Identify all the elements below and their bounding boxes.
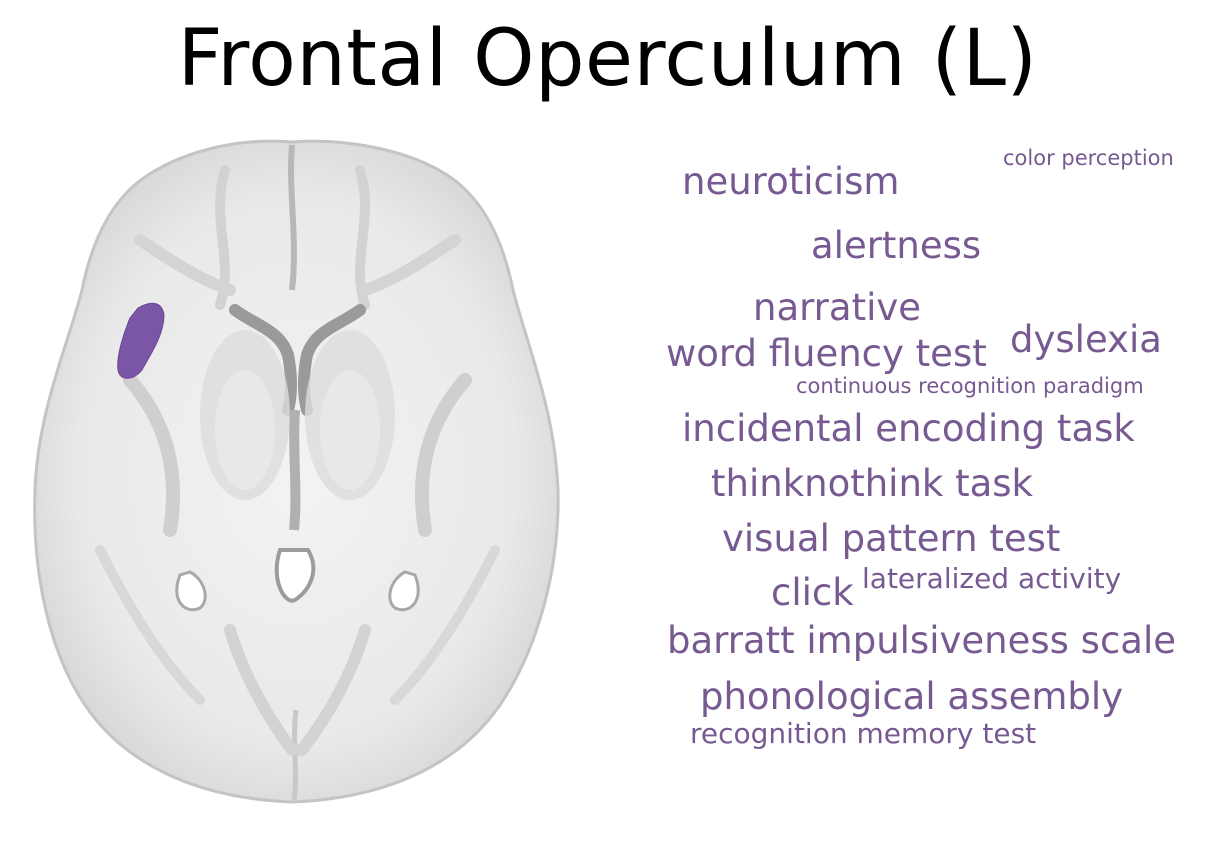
term-barratt-impulsiveness-scale: barratt impulsiveness scale — [667, 619, 1177, 662]
term-click: click — [771, 571, 854, 614]
term-color-perception: color perception — [1003, 146, 1174, 170]
term-phonological-assembly: phonological assembly — [700, 675, 1124, 718]
term-word-fluency-test: word fluency test — [666, 332, 987, 375]
term-dyslexia: dyslexia — [1010, 318, 1162, 361]
term-lateralized-activity: lateralized activity — [862, 562, 1122, 595]
term-visual-pattern-test: visual pattern test — [722, 517, 1061, 560]
term-neuroticism: neuroticism — [682, 160, 900, 203]
term-narrative: narrative — [753, 286, 922, 329]
term-continuous-recognition-paradigm: continuous recognition paradigm — [796, 374, 1144, 398]
page-title: Frontal Operculum (L) — [177, 14, 1038, 104]
term-incidental-encoding-task: incidental encoding task — [682, 407, 1135, 450]
brain-svg — [33, 139, 560, 804]
term-thinknothink-task: thinknothink task — [711, 462, 1033, 505]
brain-axial-slice — [30, 130, 565, 810]
term-recognition-memory-test: recognition memory test — [690, 717, 1037, 750]
interhemispheric-fissure — [288, 144, 297, 291]
term-alertness: alertness — [811, 224, 982, 267]
